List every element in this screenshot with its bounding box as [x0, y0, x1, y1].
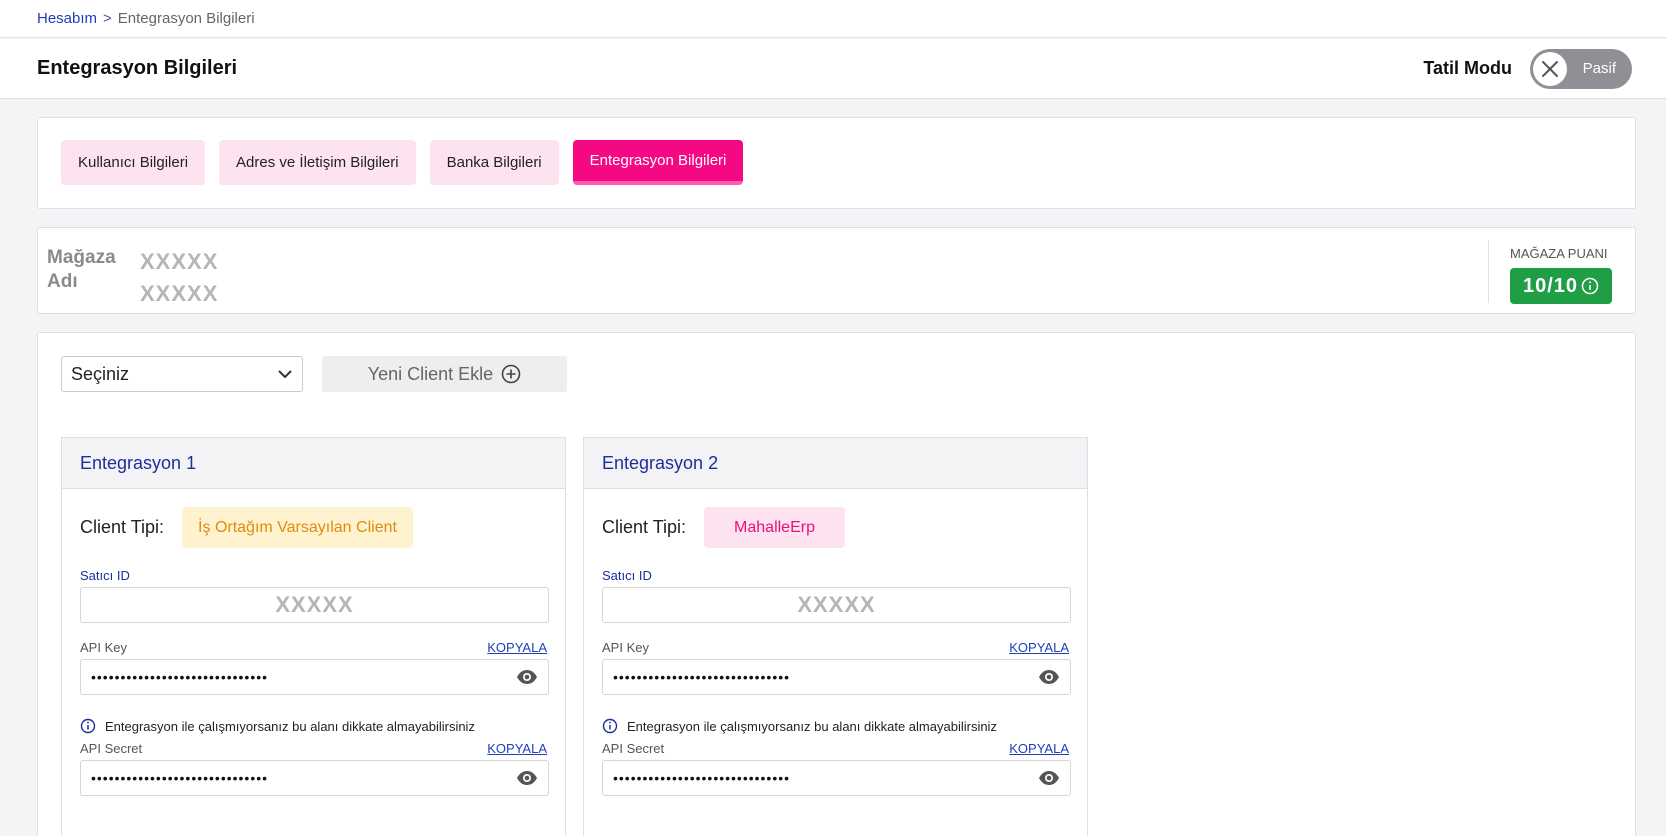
- plus-circle-icon: [501, 364, 521, 384]
- chevron-down-icon: [278, 370, 292, 379]
- client-type-badge: İş Ortağım Varsayılan Client: [182, 507, 413, 548]
- eye-icon[interactable]: [516, 770, 538, 786]
- api-key-info: Entegrasyon ile çalışmıyorsanız bu alanı…: [602, 718, 997, 734]
- vacation-mode: Tatil Modu Pasif: [1423, 48, 1632, 89]
- eye-icon[interactable]: [1038, 770, 1060, 786]
- add-client-button[interactable]: Yeni Client Ekle: [322, 356, 567, 392]
- api-key-info: Entegrasyon ile çalışmıyorsanız bu alanı…: [80, 718, 475, 734]
- tab-address-contact[interactable]: Adres ve İletişim Bilgileri: [219, 140, 416, 185]
- vacation-mode-toggle[interactable]: Pasif: [1530, 48, 1632, 89]
- integration-title: Entegrasyon 1: [62, 438, 565, 489]
- client-select-value: Seçiniz: [71, 363, 130, 384]
- eye-icon[interactable]: [516, 669, 538, 685]
- api-key-info-text: Entegrasyon ile çalışmıyorsanız bu alanı…: [627, 718, 997, 734]
- client-type-label: Client Tipi:: [80, 517, 165, 537]
- page-header: Entegrasyon Bilgileri Tatil Modu Pasif: [0, 39, 1666, 99]
- vacation-mode-state: Pasif: [1582, 59, 1616, 77]
- tab-user-info[interactable]: Kullanıcı Bilgileri: [61, 140, 206, 185]
- client-type-badge: MahalleErp: [704, 507, 845, 548]
- breadcrumb-separator: >: [103, 10, 112, 27]
- client-type-row: Client Tipi: MahalleErp: [602, 507, 845, 548]
- api-key-label: API Key: [602, 640, 649, 655]
- store-logo: Mağaza Adı: [47, 247, 116, 292]
- seller-id-field[interactable]: XXXXX: [602, 587, 1071, 623]
- breadcrumb-current: Entegrasyon Bilgileri: [117, 10, 255, 27]
- seller-id-field[interactable]: XXXXX: [80, 587, 549, 623]
- api-key-value: ••••••••••••••••••••••••••••••: [91, 669, 269, 685]
- api-secret-value: ••••••••••••••••••••••••••••••: [613, 770, 791, 786]
- api-secret-field[interactable]: ••••••••••••••••••••••••••••••: [602, 760, 1071, 796]
- store-score-value: 10/10: [1522, 274, 1579, 297]
- info-icon: [602, 718, 618, 734]
- api-key-field[interactable]: ••••••••••••••••••••••••••••••: [602, 659, 1071, 695]
- api-key-value: ••••••••••••••••••••••••••••••: [613, 669, 791, 685]
- eye-icon[interactable]: [1038, 669, 1060, 685]
- vacation-mode-label: Tatil Modu: [1423, 58, 1512, 78]
- tab-bank-info[interactable]: Banka Bilgileri: [429, 140, 559, 185]
- api-key-field[interactable]: ••••••••••••••••••••••••••••••: [80, 659, 549, 695]
- api-key-info-text: Entegrasyon ile çalışmıyorsanız bu alanı…: [105, 718, 475, 734]
- copy-api-key-link[interactable]: KOPYALA: [1009, 640, 1069, 655]
- add-client-label: Yeni Client Ekle: [367, 363, 494, 384]
- api-secret-value: ••••••••••••••••••••••••••••••: [91, 770, 269, 786]
- client-type-row: Client Tipi: İş Ortağım Varsayılan Clien…: [80, 507, 413, 548]
- store-score: MAĞAZA PUANI 10/10: [1488, 240, 1612, 304]
- page-title: Entegrasyon Bilgileri: [37, 57, 238, 79]
- seller-id-label: Satıcı ID: [80, 568, 130, 583]
- api-secret-field[interactable]: ••••••••••••••••••••••••••••••: [80, 760, 549, 796]
- seller-id-label: Satıcı ID: [602, 568, 652, 583]
- client-select[interactable]: Seçiniz: [61, 356, 303, 392]
- copy-api-key-link[interactable]: KOPYALA: [487, 640, 547, 655]
- api-secret-label: API Secret: [80, 741, 143, 756]
- breadcrumb: Hesabım > Entegrasyon Bilgileri: [0, 0, 1666, 38]
- copy-api-secret-link[interactable]: KOPYALA: [487, 741, 547, 756]
- close-icon: [1533, 51, 1567, 86]
- store-summary: Mağaza Adı XXXXX XXXXX MAĞAZA PUANI 10/1…: [37, 227, 1636, 314]
- integration-title: Entegrasyon 2: [584, 438, 1087, 489]
- store-score-badge[interactable]: 10/10: [1510, 268, 1612, 304]
- info-icon: [80, 718, 96, 734]
- integration-card-2: Entegrasyon 2 Client Tipi: MahalleErp Sa…: [583, 437, 1088, 836]
- api-secret-label: API Secret: [602, 741, 665, 756]
- copy-api-secret-link[interactable]: KOPYALA: [1009, 741, 1069, 756]
- breadcrumb-home-link[interactable]: Hesabım: [37, 10, 97, 27]
- api-key-label: API Key: [80, 640, 127, 655]
- client-type-label: Client Tipi:: [602, 517, 687, 537]
- integration-card-1: Entegrasyon 1 Client Tipi: İş Ortağım Va…: [61, 437, 566, 836]
- info-icon: [1581, 277, 1599, 295]
- integration-panel: Seçiniz Yeni Client Ekle Entegrasyon 1 C…: [37, 332, 1636, 836]
- store-score-label: MAĞAZA PUANI: [1510, 246, 1608, 261]
- tab-integration-info[interactable]: Entegrasyon Bilgileri: [572, 140, 744, 185]
- profile-tabs: Kullanıcı Bilgileri Adres ve İletişim Bi…: [37, 117, 1636, 209]
- store-name: XXXXX XXXXX: [140, 249, 219, 306]
